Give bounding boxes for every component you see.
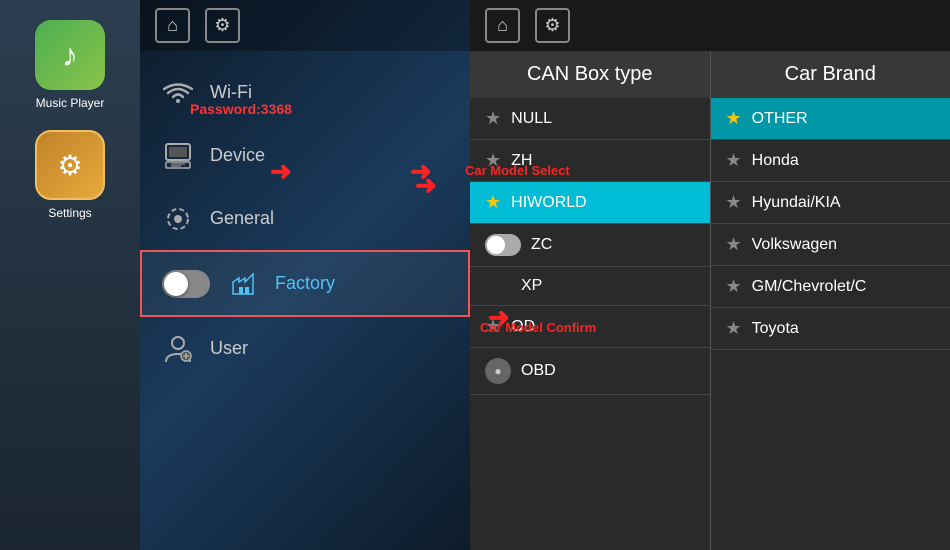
xp-label: XP xyxy=(521,277,542,295)
star-toyota: ★ xyxy=(726,318,742,339)
can-box-column: CAN Box type ★ NULL ★ ZH ★ HIWORLD ZC xyxy=(470,51,710,550)
general-label: General xyxy=(210,208,274,229)
sidebar: ♪ Music Player ⚙ Settings xyxy=(0,0,140,550)
list-item-gm[interactable]: ★ GM/Chevrolet/C xyxy=(711,266,950,308)
zc-label: ZC xyxy=(531,236,552,254)
car-model-select-label: Car Model Select xyxy=(465,163,570,178)
menu-header: ⌂ ⚙ xyxy=(140,0,470,51)
home-icon: ⌂ xyxy=(155,8,190,43)
can-box-header: CAN Box type xyxy=(470,51,710,98)
factory-toggle-knob xyxy=(164,272,188,296)
hyundai-label: Hyundai/KIA xyxy=(752,194,841,212)
wifi-icon xyxy=(160,75,195,110)
arrow-model-select: ➜ xyxy=(415,170,437,201)
other-label: OTHER xyxy=(752,110,808,128)
star-null: ★ xyxy=(485,108,501,129)
list-item-zc[interactable]: ZC xyxy=(470,224,710,267)
list-item-xp[interactable]: XP xyxy=(470,267,710,306)
car-model-confirm-label: Car Model Confirm xyxy=(480,320,596,335)
menu-item-user[interactable]: User xyxy=(140,317,470,380)
volkswagen-label: Volkswagen xyxy=(752,236,837,254)
right-columns: CAN Box type ★ NULL ★ ZH ★ HIWORLD ZC xyxy=(470,51,950,550)
factory-icon xyxy=(225,266,260,301)
star-hyundai: ★ xyxy=(726,192,742,213)
music-player-icon-box: ♪ xyxy=(35,20,105,90)
obd-icon: ● xyxy=(485,358,511,384)
gm-label: GM/Chevrolet/C xyxy=(752,278,867,296)
hiworld-label: HIWORLD xyxy=(511,194,587,212)
obd-label: OBD xyxy=(521,362,556,380)
toyota-label: Toyota xyxy=(752,320,799,338)
list-item-obd[interactable]: ● OBD xyxy=(470,348,710,395)
star-honda: ★ xyxy=(726,150,742,171)
zc-confirm-knob xyxy=(487,236,505,254)
factory-toggle[interactable] xyxy=(162,270,210,298)
honda-label: Honda xyxy=(752,152,799,170)
car-brand-column: Car Brand ★ OTHER ★ Honda ★ Hyundai/KIA … xyxy=(711,51,950,550)
menu-items: Wi-Fi Device xyxy=(140,51,470,550)
zc-confirm-toggle[interactable] xyxy=(485,234,521,256)
settings-icon-box: ⚙ xyxy=(35,130,105,200)
menu-item-factory[interactable]: Factory xyxy=(140,250,470,317)
right-home-icon: ⌂ xyxy=(485,8,520,43)
settings-label: Settings xyxy=(48,206,91,220)
star-other: ★ xyxy=(726,108,742,129)
right-panel: ⌂ ⚙ ➜ Car Model Select ➜ Car Model Confi… xyxy=(470,0,950,550)
wifi-label: Wi-Fi xyxy=(210,82,252,103)
general-icon xyxy=(160,201,195,236)
car-brand-header: Car Brand xyxy=(711,51,950,98)
right-gear-icon: ⚙ xyxy=(535,8,570,43)
star-volkswagen: ★ xyxy=(726,234,742,255)
gear-icon: ⚙ xyxy=(205,8,240,43)
device-icon xyxy=(160,138,195,173)
list-item-toyota[interactable]: ★ Toyota xyxy=(711,308,950,350)
star-hiworld: ★ xyxy=(485,192,501,213)
list-item-hiworld[interactable]: ★ HIWORLD xyxy=(470,182,710,224)
list-item-volkswagen[interactable]: ★ Volkswagen xyxy=(711,224,950,266)
factory-label: Factory xyxy=(275,273,335,294)
settings-icon[interactable]: ⚙ Settings xyxy=(35,130,105,220)
right-header: ⌂ ⚙ xyxy=(470,0,950,51)
user-icon xyxy=(160,331,195,366)
menu-panel: ⌂ ⚙ Password:3368 ➜ ➜ Wi-Fi xyxy=(140,0,470,550)
list-item-other[interactable]: ★ OTHER xyxy=(711,98,950,140)
star-gm: ★ xyxy=(726,276,742,297)
device-label: Device xyxy=(210,145,265,166)
menu-item-wifi[interactable]: Wi-Fi xyxy=(140,61,470,124)
music-player-label: Music Player xyxy=(36,96,105,110)
list-item-honda[interactable]: ★ Honda xyxy=(711,140,950,182)
list-item-hyundai[interactable]: ★ Hyundai/KIA xyxy=(711,182,950,224)
null-label: NULL xyxy=(511,110,552,128)
user-label: User xyxy=(210,338,248,359)
list-item-null[interactable]: ★ NULL xyxy=(470,98,710,140)
music-player-icon[interactable]: ♪ Music Player xyxy=(35,20,105,110)
